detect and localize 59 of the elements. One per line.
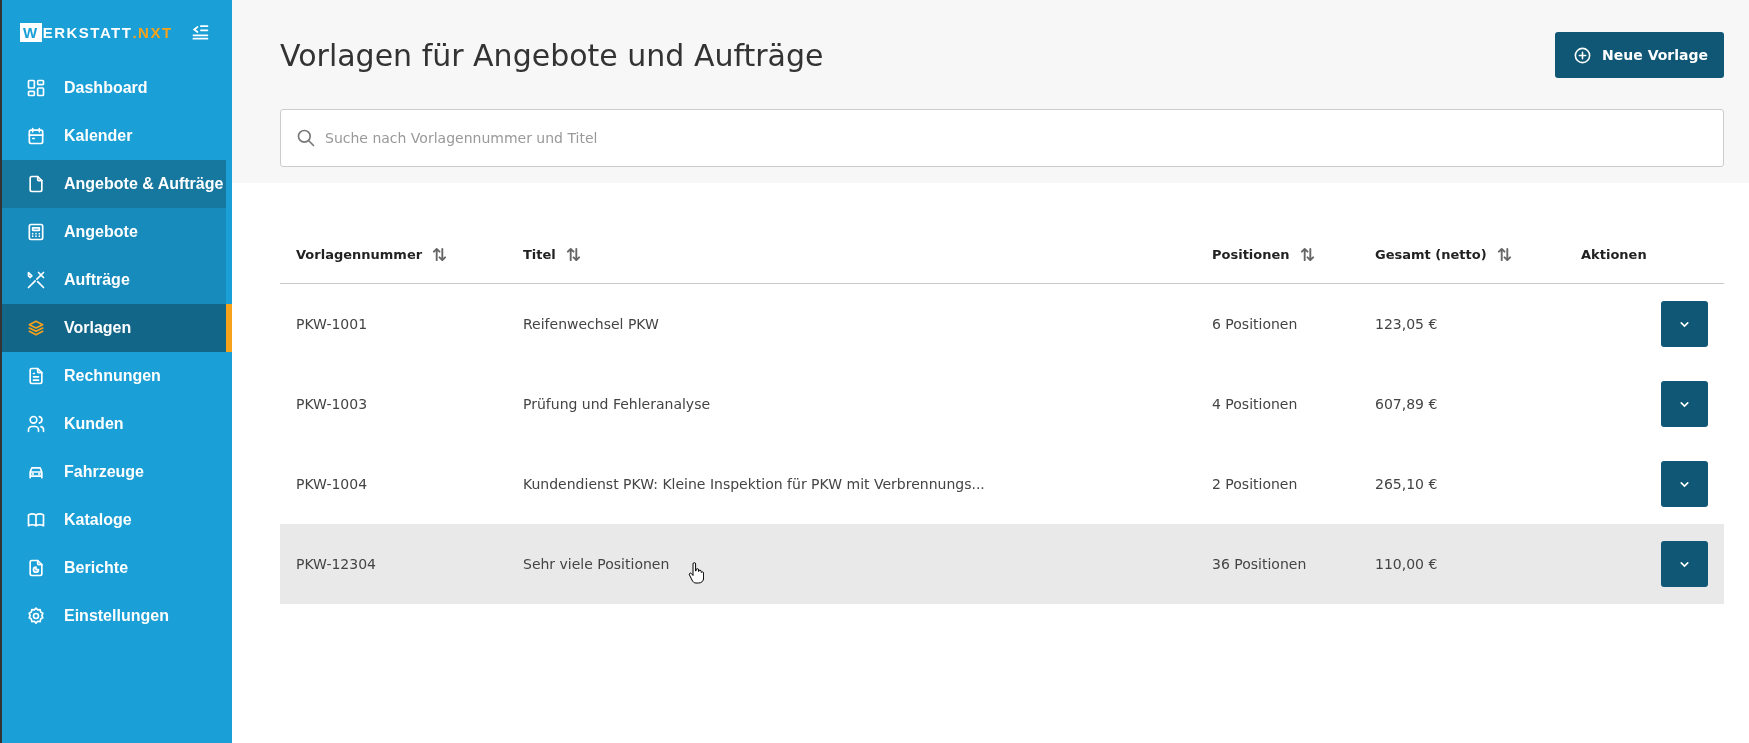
table-row[interactable]: PKW-1001 Reifenwechsel PKW 6 Positionen 123,05 € — [280, 284, 1724, 364]
table-cell: 6 Positionen — [1212, 316, 1298, 332]
collapse-sidebar-icon[interactable] — [190, 22, 210, 42]
nav-item[interactable]: Rechnungen — [2, 352, 226, 400]
table-cell: 36 Positionen — [1212, 556, 1307, 572]
nav-item[interactable]: Angebote — [2, 208, 226, 256]
nav-item[interactable]: Dashboard — [2, 64, 226, 112]
book-icon — [26, 510, 46, 530]
sort-icon[interactable] — [1496, 246, 1512, 262]
table-cell: 110,00 € — [1375, 556, 1438, 572]
nav-item[interactable]: Kunden — [2, 400, 226, 448]
nav-item[interactable]: Einstellungen — [2, 592, 226, 640]
column-header: Vorlagennummer — [296, 246, 423, 262]
table-row[interactable]: PKW-1003 Prüfung und Fehleranalyse 4 Positionen 607,89 € — [280, 364, 1724, 444]
column-header: Aktionen — [1581, 246, 1647, 262]
column-header: Gesamt (netto) — [1375, 246, 1487, 262]
table-cell: Reifenwechsel PKW — [523, 316, 659, 332]
report-icon — [26, 558, 46, 578]
logo: W ERKSTATT.NXT — [20, 22, 173, 42]
table-cell: 607,89 € — [1375, 396, 1438, 412]
table-row[interactable]: PKW-12304 Sehr viele Positionen 36 Positionen 110,00 € — [280, 524, 1724, 604]
table-cell: PKW-12304 — [296, 556, 376, 572]
users-icon — [26, 414, 46, 434]
column-header: Titel — [523, 246, 556, 262]
table-cell: PKW-1003 — [296, 396, 368, 412]
nav-item[interactable]: Berichte — [2, 544, 226, 592]
table-cell: 265,10 € — [1375, 476, 1438, 492]
table-cell: 123,05 € — [1375, 316, 1438, 332]
table-cell: Sehr viele Positionen — [523, 556, 670, 572]
table-cell: Kundendienst PKW: Kleine Inspektion für PKW mit Verbrennungs... — [523, 476, 985, 492]
column-header: Positionen — [1212, 246, 1290, 262]
nav-item[interactable]: Aufträge — [2, 256, 226, 304]
table-cell: Prüfung und Fehleranalyse — [523, 396, 711, 412]
tools-icon — [26, 270, 46, 290]
nav-item[interactable]: Angebote & Aufträge — [2, 160, 226, 208]
sort-icon[interactable] — [1299, 246, 1315, 262]
calculator-icon — [26, 222, 46, 242]
sort-icon[interactable] — [565, 246, 581, 262]
table-cell: 2 Positionen — [1212, 476, 1298, 492]
invoice-icon — [26, 366, 46, 386]
nav-item[interactable]: Fahrzeuge — [2, 448, 226, 496]
search-field[interactable]: Suche nach Vorlagennummer und Titel — [280, 109, 1724, 167]
settings-icon — [26, 606, 46, 626]
grid-icon — [26, 78, 46, 98]
calendar-icon — [26, 126, 46, 146]
nav-item[interactable]: Kalender — [2, 112, 226, 160]
hand-cursor-icon — [688, 562, 704, 584]
document-icon — [26, 174, 46, 194]
table-cell: PKW-1001 — [296, 316, 368, 332]
table-row[interactable]: PKW-1004 Kundendienst PKW: Kleine Inspektion für PKW mit Verbrennungs... 2 Positionen 265,10 € — [280, 444, 1724, 524]
layers-icon — [26, 318, 46, 338]
nav-item[interactable]: Kataloge — [2, 496, 226, 544]
table-cell: 4 Positionen — [1212, 396, 1298, 412]
sort-icon[interactable] — [432, 246, 448, 262]
plus-circle-icon — [1573, 45, 1593, 65]
table-cell: PKW-1004 — [296, 476, 368, 492]
new-template-button[interactable]: Neue Vorlage — [1555, 32, 1724, 78]
search-icon — [296, 128, 316, 148]
page-title: Vorlagen für Angebote und Aufträge — [280, 37, 824, 73]
